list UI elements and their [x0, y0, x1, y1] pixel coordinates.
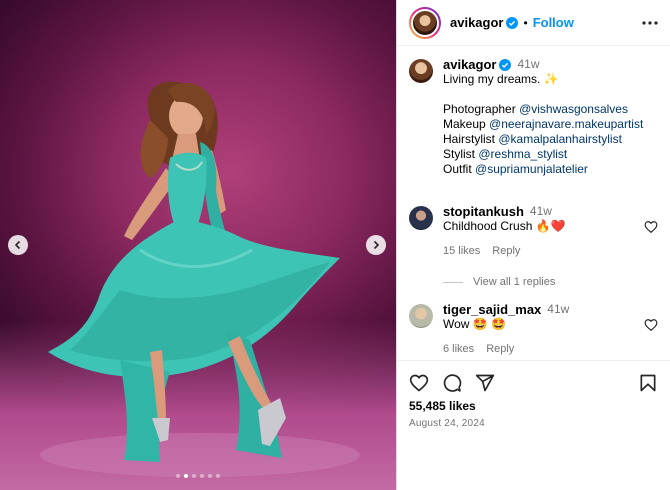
- credit-role: Photographer: [443, 102, 516, 116]
- caption-text: Living my dreams. ✨: [443, 72, 559, 86]
- view-replies-label: View all 1 replies: [473, 276, 556, 288]
- post-date[interactable]: August 24, 2024: [397, 413, 670, 429]
- credit-line: Outfit @supriamunjalatelier: [443, 162, 658, 177]
- comment-text: Wow 🤩 🤩: [443, 317, 506, 331]
- credit-line: Hairstylist @kamalpalanhairstylist: [443, 132, 658, 147]
- comment-time[interactable]: 41w: [547, 302, 569, 317]
- heart-icon[interactable]: [644, 220, 658, 234]
- author-avatar[interactable]: [409, 6, 441, 39]
- post-header: avikagor • Follow: [397, 0, 670, 46]
- caption-credits: Photographer @vishwasgonsalves Makeup @ne…: [443, 102, 658, 177]
- carousel-next-button[interactable]: [366, 235, 386, 255]
- heart-icon[interactable]: [409, 373, 429, 393]
- more-options-icon[interactable]: [642, 15, 658, 31]
- credit-line: Photographer @vishwasgonsalves: [443, 102, 658, 117]
- carousel-indicator: [0, 474, 396, 478]
- verified-badge-icon: [506, 16, 519, 29]
- comment-username[interactable]: tiger_sajid_max: [443, 302, 541, 317]
- credit-mention-link[interactable]: @reshma_stylist: [478, 147, 567, 161]
- caption-avatar[interactable]: [409, 59, 433, 83]
- post-media[interactable]: [0, 0, 396, 490]
- credit-role: Outfit: [443, 162, 472, 176]
- chevron-right-icon: [373, 240, 380, 250]
- comment-reply-button[interactable]: Reply: [486, 342, 514, 357]
- caption-username[interactable]: avikagor: [443, 57, 496, 72]
- carousel-prev-button[interactable]: [8, 235, 28, 255]
- credit-line: Stylist @reshma_stylist: [443, 147, 658, 162]
- post-photo: [40, 81, 360, 477]
- comment-likes[interactable]: 6 likes: [443, 342, 474, 357]
- credit-mention-link[interactable]: @kamalpalanhairstylist: [498, 132, 622, 146]
- commenter-avatar[interactable]: [409, 304, 433, 328]
- commenter-avatar[interactable]: [409, 206, 433, 230]
- header-separator: •: [523, 15, 528, 30]
- credit-role: Stylist: [443, 147, 476, 161]
- credit-line: Makeup @neerajnavare.makeupartist: [443, 117, 658, 132]
- heart-icon[interactable]: [644, 318, 658, 332]
- share-icon[interactable]: [475, 373, 495, 393]
- view-replies-button[interactable]: View all 1 replies: [443, 276, 670, 288]
- credit-role: Makeup: [443, 117, 486, 131]
- bookmark-icon[interactable]: [638, 373, 658, 393]
- caption-time[interactable]: 41w: [517, 57, 539, 72]
- comment-username[interactable]: stopitankush: [443, 204, 524, 219]
- carousel-dot: [200, 474, 204, 478]
- comment-item: stopitankush 41w Childhood Crush 🔥❤️ 15 …: [397, 204, 670, 259]
- carousel-dot: [192, 474, 196, 478]
- post-side-panel: avikagor • Follow avikagor 41w Living my…: [396, 0, 670, 490]
- verified-badge-icon: [499, 58, 512, 71]
- chevron-left-icon: [14, 240, 21, 250]
- carousel-dot: [216, 474, 220, 478]
- comment-icon[interactable]: [442, 373, 462, 393]
- follow-button[interactable]: Follow: [533, 15, 574, 30]
- comment-text: Childhood Crush 🔥❤️: [443, 219, 566, 233]
- carousel-dot: [208, 474, 212, 478]
- post-caption: avikagor 41w Living my dreams. ✨ Photogr…: [397, 57, 670, 177]
- author-username[interactable]: avikagor: [450, 15, 503, 30]
- comment-reply-button[interactable]: Reply: [492, 244, 520, 259]
- comment-time[interactable]: 41w: [530, 204, 552, 219]
- carousel-dot: [184, 474, 188, 478]
- credit-mention-link[interactable]: @neerajnavare.makeupartist: [489, 117, 643, 131]
- credit-mention-link[interactable]: @supriamunjalatelier: [475, 162, 588, 176]
- credit-mention-link[interactable]: @vishwasgonsalves: [519, 102, 628, 116]
- comment-likes[interactable]: 15 likes: [443, 244, 480, 259]
- credit-role: Hairstylist: [443, 132, 496, 146]
- likes-count[interactable]: 55,485 likes: [397, 393, 670, 413]
- action-bar: [397, 361, 670, 393]
- carousel-dot: [176, 474, 180, 478]
- comments-scroll-area[interactable]: avikagor 41w Living my dreams. ✨ Photogr…: [397, 47, 670, 360]
- replies-divider: [443, 281, 463, 283]
- comment-item: tiger_sajid_max 41w Wow 🤩 🤩 6 likes Repl…: [397, 302, 670, 357]
- post-actions-area: 55,485 likes August 24, 2024: [397, 360, 670, 490]
